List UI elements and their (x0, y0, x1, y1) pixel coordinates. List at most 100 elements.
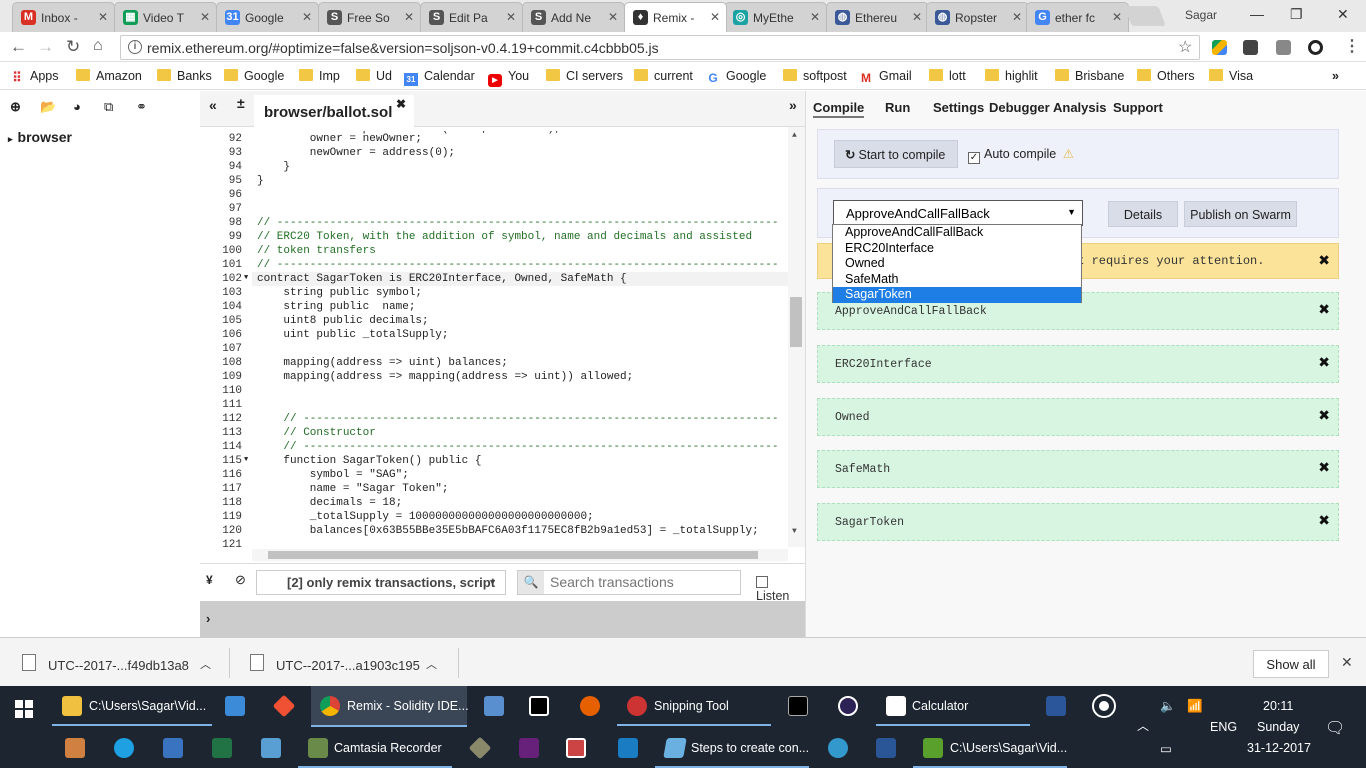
bookmark-others[interactable]: Others (1137, 69, 1195, 83)
close-warning-icon[interactable]: ✖ (1318, 253, 1330, 269)
more-bookmarks-icon[interactable]: » (1332, 69, 1339, 83)
browser-tab[interactable]: ◎ MyEthe ✕ (724, 2, 827, 32)
transaction-filter-select[interactable]: [2] only remix transactions, script ▼ (256, 570, 506, 595)
menu-icon[interactable]: ⋮ (1344, 36, 1360, 56)
taskbar-camtasia[interactable]: Camtasia Recorder (334, 741, 442, 755)
close-tab-icon[interactable]: ✕ (506, 10, 516, 24)
checkbox-icon[interactable] (756, 576, 768, 588)
open-folder-icon[interactable]: 📂 (40, 99, 56, 115)
battery-icon[interactable]: ▭ (1160, 741, 1172, 756)
tab-run[interactable]: Run (885, 100, 910, 115)
show-hidden-icons[interactable]: ︿ (1137, 717, 1149, 734)
taskbar-explorer-1[interactable]: C:\Users\Sagar\Vid... (89, 699, 206, 713)
clock-day[interactable]: Sunday (1257, 720, 1299, 734)
browser-tab[interactable]: S Add Ne ✕ (522, 2, 625, 32)
powershell-icon[interactable] (876, 738, 896, 758)
search-input[interactable] (550, 574, 730, 590)
dropdown-option[interactable]: SafeMath (833, 272, 1081, 288)
bookmark-gmail[interactable]: M Gmail (859, 69, 912, 85)
close-contract-icon[interactable]: ✖ (1318, 408, 1330, 424)
close-tab-icon[interactable]: ✕ (98, 10, 108, 24)
increase-font-icon[interactable]: ± (237, 95, 245, 111)
close-contract-icon[interactable]: ✖ (1318, 460, 1330, 476)
auto-compile-checkbox[interactable]: ✓ Auto compile ⚠ (968, 146, 1074, 164)
bookmark-highlit[interactable]: highlit (985, 69, 1038, 83)
excel-icon[interactable] (212, 738, 232, 758)
dropdown-option[interactable]: ApproveAndCallFallBack (833, 225, 1081, 241)
browser-tab[interactable]: S Edit Pa ✕ (420, 2, 523, 32)
site-info-icon[interactable]: i (128, 40, 142, 54)
close-tab-icon[interactable]: ✖ (396, 97, 406, 111)
browser-tab[interactable]: M Inbox - ✕ (12, 2, 115, 32)
bookmark-banks[interactable]: Banks (157, 69, 212, 83)
close-tab-icon[interactable]: ✕ (912, 10, 922, 24)
contract-item[interactable]: SafeMath ✖ (817, 450, 1339, 488)
close-contract-icon[interactable]: ✖ (1318, 302, 1330, 318)
clear-console-icon[interactable]: ⊘ (235, 572, 246, 588)
tab-compile[interactable]: Compile (813, 100, 865, 118)
tab-settings[interactable]: Settings (933, 100, 984, 115)
settings-gear-icon[interactable] (1092, 694, 1116, 718)
chevron-up-icon[interactable]: ︿ (200, 656, 211, 672)
back-icon[interactable]: ← (10, 37, 27, 57)
minimize-icon[interactable]: — (1250, 6, 1264, 22)
taskbar-chrome[interactable]: Remix - Solidity IDE... (347, 699, 469, 713)
app-icon[interactable] (828, 738, 848, 758)
close-contract-icon[interactable]: ✖ (1318, 355, 1330, 371)
browser-tab[interactable]: Gether fc ✕ (1026, 2, 1129, 32)
close-tab-icon[interactable]: ✕ (200, 10, 210, 24)
home-icon[interactable]: ⌂ (93, 37, 103, 55)
browser-tab[interactable]: 31 Google ✕ (216, 2, 319, 32)
eye-extension-icon[interactable] (1308, 40, 1323, 55)
eclipse-icon[interactable] (838, 696, 858, 716)
browser-tab[interactable]: ▦ Video T ✕ (114, 2, 217, 32)
language-indicator[interactable]: ENG (1210, 720, 1237, 734)
extension-icon[interactable] (1276, 40, 1291, 55)
fold-caret-icon[interactable]: ▼ (244, 274, 248, 282)
tools-icon[interactable] (65, 738, 85, 758)
visual-studio-icon[interactable] (519, 738, 539, 758)
new-tab-button[interactable] (1124, 6, 1166, 26)
address-bar[interactable]: i remix.ethereum.org/#optimize=false&ver… (120, 35, 1200, 60)
app-icon[interactable] (468, 736, 492, 760)
taskbar-explorer-2[interactable]: C:\Users\Sagar\Vid... (950, 741, 1067, 755)
close-downloads-icon[interactable]: ✕ (1341, 654, 1353, 671)
notifications-icon[interactable]: 🗨 (1325, 718, 1345, 738)
show-all-button[interactable]: Show all (1253, 650, 1329, 678)
browser-tab[interactable]: ◍ Ropster ✕ (926, 2, 1029, 32)
tab-support[interactable]: Support (1113, 100, 1163, 115)
app-icon[interactable] (566, 738, 586, 758)
cmd-icon[interactable] (788, 696, 808, 716)
editor-vertical-scrollbar[interactable]: ▲ ▼ (788, 127, 805, 547)
bookmark-apps[interactable]: ⠿ Apps (10, 69, 58, 84)
bookmark-current[interactable]: current (634, 69, 693, 83)
hscroll-thumb[interactable] (268, 551, 758, 559)
browser-tab[interactable]: ◍ Ethereu ✕ (826, 2, 929, 32)
new-file-icon[interactable]: ⊕ (10, 99, 21, 115)
profile-name[interactable]: Sagar (1185, 8, 1217, 22)
restore-icon[interactable]: ❐ (1290, 6, 1303, 23)
taskbar-steps[interactable]: Steps to create con... (691, 741, 809, 755)
collapse-left-icon[interactable]: « (209, 97, 217, 113)
bookmark-imp[interactable]: Imp (299, 69, 340, 83)
search-transactions[interactable]: 🔍 (517, 570, 741, 595)
bookmark-amazon[interactable]: Amazon (76, 69, 142, 83)
close-window-icon[interactable]: ✕ (1337, 6, 1349, 23)
network-app-icon[interactable] (484, 696, 504, 716)
extension-icon[interactable] (1243, 40, 1258, 55)
bookmark-ud[interactable]: Ud (356, 69, 392, 83)
contract-select[interactable]: ApproveAndCallFallBack ▼ (833, 200, 1083, 226)
bookmark-google-folder[interactable]: Google (224, 69, 284, 83)
git-icon[interactable] (272, 694, 296, 718)
contract-item[interactable]: Owned ✖ (817, 398, 1339, 436)
collapse-terminal-icon[interactable]: ¥ (206, 573, 213, 587)
bookmark-star-icon[interactable]: ☆ (1178, 37, 1192, 57)
app-icon[interactable] (261, 738, 281, 758)
bookmark-brisbane[interactable]: Brisbane (1055, 69, 1124, 83)
taskbar-calculator[interactable]: Calculator (912, 699, 968, 713)
copy-icon[interactable]: ⧉ (104, 99, 113, 115)
editor-horizontal-scrollbar[interactable] (252, 549, 788, 561)
close-tab-icon[interactable]: ✕ (302, 10, 312, 24)
bookmark-calendar[interactable]: 31 Calendar (404, 69, 475, 86)
bookmark-google[interactable]: G Google (706, 69, 766, 85)
